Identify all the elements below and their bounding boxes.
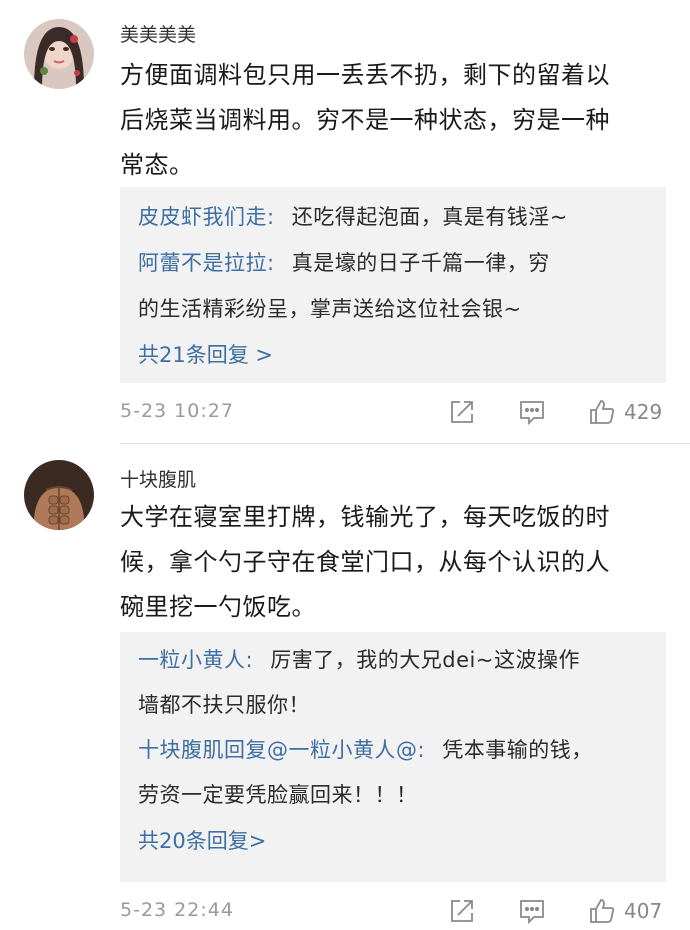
reply-username[interactable]: 阿蕾不是拉拉: (138, 251, 275, 275)
reply-item: 一粒小黄人: 厉害了，我的大兄dei~这波操作 墙都不扶只服你！ (138, 638, 648, 728)
reply-box: 皮皮虾我们走: 还吃得起泡面，真是有钱淫~ 阿蕾不是拉拉: 真是壕的日子千篇一律… (120, 187, 666, 383)
timestamp: 5-23 10:27 (120, 400, 234, 422)
thumbs-up-icon[interactable] (588, 897, 616, 925)
comment-icon[interactable] (518, 897, 546, 925)
reply-item: 皮皮虾我们走: 还吃得起泡面，真是有钱淫~ (138, 194, 648, 240)
reply-item: 阿蕾不是拉拉: 真是壕的日子千篇一律，穷 的生活精彩纷呈，掌声送给这位社会银~ (138, 240, 648, 332)
avatar[interactable] (24, 19, 94, 89)
reply-username[interactable]: 皮皮虾我们走: (138, 205, 275, 229)
comment-line: 碗里挖一勺饭吃。 (120, 593, 316, 621)
comment-body: 方便面调料包只用一丢丢不扔，剩下的留着以 后烧菜当调料用。穷不是一种状态，穷是一… (120, 53, 680, 188)
share-icon[interactable] (448, 897, 476, 925)
comment-item: 美美美美 方便面调料包只用一丢丢不扔，剩下的留着以 后烧菜当调料用。穷不是一种状… (0, 0, 690, 444)
like-count: 429 (624, 400, 663, 424)
comment-meta: 5-23 10:27 429 (120, 398, 670, 428)
comment-item: 十块腹肌 大学在寝室里打牌，钱输光了，每天吃饭的时 候，拿个勺子守在食堂门口，从… (0, 448, 690, 930)
comment-line: 常态。 (120, 151, 194, 179)
comment-username[interactable]: 美美美美 (120, 20, 196, 47)
reply-text: 还吃得起泡面，真是有钱淫~ (291, 205, 568, 229)
comment-icon[interactable] (518, 398, 546, 426)
comment-line: 方便面调料包只用一丢丢不扔，剩下的留着以 (120, 61, 610, 89)
reply-username[interactable]: 一粒小黄人: (138, 648, 253, 672)
comment-username[interactable]: 十块腹肌 (120, 465, 196, 492)
avatar[interactable] (24, 460, 94, 530)
reply-item: 十块腹肌回复@一粒小黄人@: 凭本事输的钱， 劳资一定要凭脸赢回来！！！ (138, 728, 648, 818)
timestamp: 5-23 22:44 (120, 899, 234, 921)
divider (120, 443, 690, 444)
more-replies-link[interactable]: 共20条回复> (138, 818, 648, 864)
reply-text: 的生活精彩纷呈，掌声送给这位社会银~ (138, 297, 522, 321)
more-replies-link[interactable]: 共21条回复 > (138, 332, 648, 378)
reply-username[interactable]: 十块腹肌回复@一粒小黄人@: (138, 738, 425, 762)
comment-line: 后烧菜当调料用。穷不是一种状态，穷是一种 (120, 106, 610, 134)
reply-text: 墙都不扶只服你！ (138, 693, 310, 717)
share-icon[interactable] (448, 398, 476, 426)
reply-text: 真是壕的日子千篇一律，穷 (291, 251, 550, 275)
reply-text: 劳资一定要凭脸赢回来！！！ (138, 783, 418, 807)
thumbs-up-icon[interactable] (588, 398, 616, 426)
like-count: 407 (624, 899, 663, 923)
comment-line: 候，拿个勺子守在食堂门口，从每个认识的人 (120, 548, 610, 576)
reply-text: 凭本事输的钱， (442, 738, 593, 762)
reply-text: 厉害了，我的大兄dei~这波操作 (270, 648, 580, 672)
comment-meta: 5-23 22:44 407 (120, 897, 670, 927)
comment-body: 大学在寝室里打牌，钱输光了，每天吃饭的时 候，拿个勺子守在食堂门口，从每个认识的… (120, 495, 680, 630)
comment-line: 大学在寝室里打牌，钱输光了，每天吃饭的时 (120, 503, 610, 531)
reply-box: 一粒小黄人: 厉害了，我的大兄dei~这波操作 墙都不扶只服你！ 十块腹肌回复@… (120, 632, 666, 882)
